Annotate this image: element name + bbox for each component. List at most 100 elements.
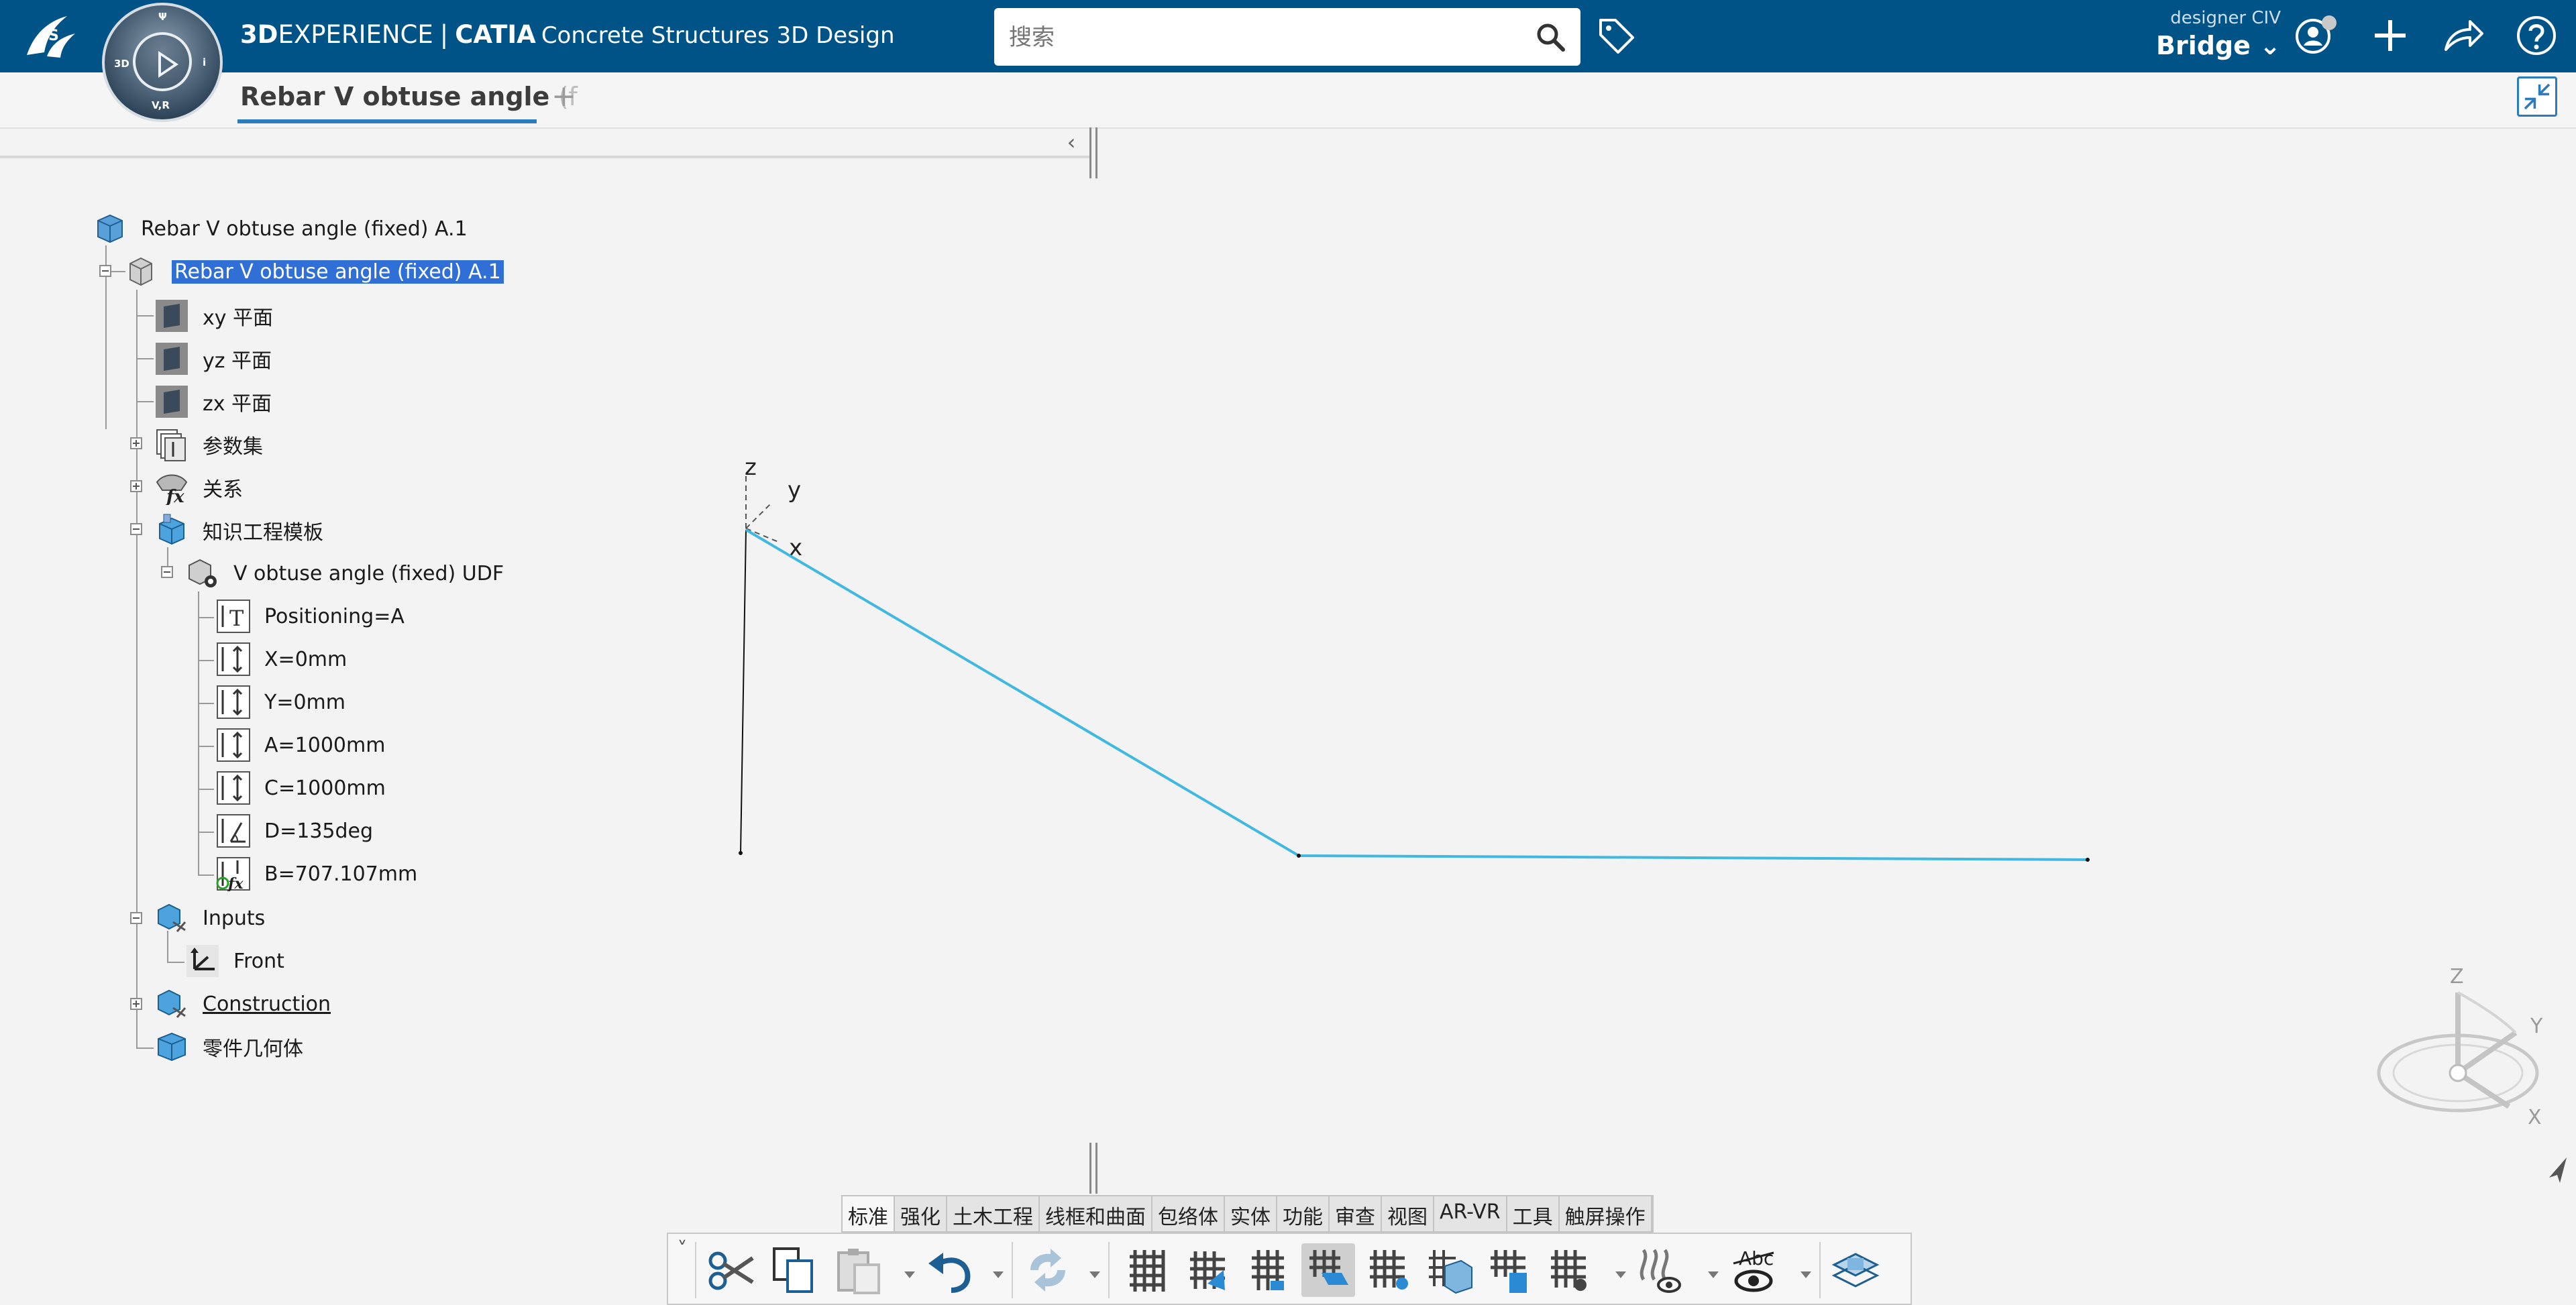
tree-node-label: 参数集 bbox=[203, 435, 263, 459]
tag-icon[interactable] bbox=[1595, 15, 1637, 56]
rebar-distribution-button[interactable] bbox=[1241, 1243, 1295, 1297]
tree-expand-toggle[interactable] bbox=[130, 480, 142, 492]
3d-viewport[interactable]: z y x bbox=[698, 443, 2120, 899]
paste-dropdown-icon[interactable] bbox=[904, 1271, 915, 1278]
view-compass-icon[interactable]: Z Y X bbox=[2375, 966, 2549, 1133]
rebar-document-button[interactable] bbox=[1483, 1243, 1536, 1297]
rebar-pattern-button[interactable] bbox=[1362, 1243, 1415, 1297]
undo-icon bbox=[928, 1253, 971, 1293]
length-parameter-icon bbox=[217, 685, 250, 719]
tab-review[interactable]: 审查 bbox=[1330, 1196, 1382, 1231]
tree-node-relations[interactable]: fx 关系 bbox=[154, 469, 243, 506]
scissors-icon bbox=[708, 1251, 754, 1290]
tab-tools[interactable]: 工具 bbox=[1507, 1196, 1560, 1231]
tree-node-knowledge-template[interactable]: 知识工程模板 bbox=[154, 512, 323, 549]
user-profile-icon[interactable] bbox=[2294, 13, 2339, 58]
panel-splitter-top[interactable] bbox=[1089, 127, 1097, 178]
tab-solid[interactable]: 实体 bbox=[1225, 1196, 1277, 1231]
paste-icon bbox=[837, 1249, 880, 1294]
tree-collapse-toggle[interactable] bbox=[161, 566, 173, 578]
show-hide-button[interactable] bbox=[1634, 1243, 1688, 1297]
undo-dropdown-icon[interactable] bbox=[993, 1271, 1004, 1278]
tree-expand-toggle[interactable] bbox=[130, 437, 142, 449]
compass-widget[interactable]: Ψ 3D i V,R bbox=[102, 3, 223, 122]
compass-axis-x: X bbox=[2528, 1106, 2542, 1129]
tree-node-inputs[interactable]: Inputs bbox=[154, 900, 265, 936]
rebar-solid-button[interactable] bbox=[1422, 1243, 1476, 1297]
part-body-icon bbox=[158, 1032, 186, 1062]
tree-node-param-x[interactable]: X=0mm bbox=[216, 641, 347, 677]
update-button[interactable] bbox=[1021, 1243, 1075, 1297]
tab-wireframe-surface[interactable]: 线框和曲面 bbox=[1040, 1196, 1152, 1231]
tree-node-part[interactable]: Rebar V obtuse angle (fixed) A.1 bbox=[123, 253, 504, 290]
show-hide-dropdown-icon[interactable] bbox=[1708, 1271, 1719, 1278]
rebar-grid-icon bbox=[1130, 1250, 1165, 1292]
tab-view[interactable]: 视图 bbox=[1382, 1196, 1434, 1231]
tree-node-udf[interactable]: V obtuse angle (fixed) UDF bbox=[185, 555, 504, 591]
tree-collapse-toggle[interactable] bbox=[99, 265, 111, 277]
tab-touch[interactable]: 触屏操作 bbox=[1559, 1196, 1652, 1231]
annotation-dropdown-icon[interactable] bbox=[1801, 1271, 1811, 1278]
tree-node-root[interactable]: Rebar V obtuse angle (fixed) A.1 bbox=[93, 211, 468, 247]
tab-civil-engineering[interactable]: 土木工程 bbox=[947, 1196, 1040, 1231]
tree-node-param-y[interactable]: Y=0mm bbox=[216, 684, 345, 720]
tree-node-label: yz 平面 bbox=[203, 349, 272, 373]
tree-node-yz-plane[interactable]: yz 平面 bbox=[154, 341, 272, 377]
tree-expand-toggle[interactable] bbox=[130, 998, 142, 1010]
undo-button[interactable] bbox=[923, 1243, 977, 1297]
update-dropdown-icon[interactable] bbox=[1089, 1271, 1100, 1278]
tree-node-parameters[interactable]: 参数集 bbox=[154, 427, 263, 463]
share-icon[interactable] bbox=[2440, 13, 2485, 58]
cut-button[interactable] bbox=[704, 1243, 758, 1297]
tree-node-param-b[interactable]: fx B=707.107mm bbox=[216, 856, 417, 892]
rebar-layer-button[interactable] bbox=[1181, 1243, 1234, 1297]
add-icon[interactable] bbox=[2368, 13, 2412, 58]
copy-icon bbox=[773, 1247, 813, 1293]
collab-space[interactable]: Bridge ⌄ bbox=[2120, 31, 2281, 60]
tab-ar-vr[interactable]: AR-VR bbox=[1434, 1196, 1507, 1231]
action-bar-tabs: 标准 强化 土木工程 线框和曲面 包络体 实体 功能 审查 视图 AR-VR 工… bbox=[841, 1195, 1654, 1233]
geometrical-set-icon bbox=[158, 989, 186, 1018]
paste-button[interactable] bbox=[832, 1243, 885, 1297]
rebar-grid-button[interactable] bbox=[1120, 1243, 1174, 1297]
rebar-shape[interactable] bbox=[745, 528, 2088, 861]
rebar-dropdown-icon[interactable] bbox=[1615, 1271, 1626, 1278]
help-icon[interactable] bbox=[2514, 13, 2559, 58]
expand-action-bar-button[interactable]: ˅ bbox=[672, 1238, 692, 1301]
rebar-distribution-icon bbox=[1252, 1250, 1284, 1290]
search-icon[interactable] bbox=[1535, 21, 1566, 52]
reference-line[interactable] bbox=[740, 529, 747, 854]
tree-node-param-positioning[interactable]: T Positioning=A bbox=[216, 598, 405, 634]
flat-view-button[interactable] bbox=[1829, 1243, 1882, 1297]
svg-text:fx: fx bbox=[227, 875, 244, 891]
axis-label-y: y bbox=[788, 477, 801, 504]
tree-collapse-toggle[interactable] bbox=[130, 912, 142, 924]
rebar-vertex-point[interactable] bbox=[1297, 854, 1301, 858]
compass-center[interactable] bbox=[133, 32, 192, 91]
tree-node-zx-plane[interactable]: zx 平面 bbox=[154, 384, 272, 420]
restore-window-icon[interactable] bbox=[2517, 76, 2557, 117]
tab-envelope[interactable]: 包络体 bbox=[1152, 1196, 1225, 1231]
tree-node-label: Rebar V obtuse angle (fixed) A.1 bbox=[141, 217, 468, 241]
udf-gear-icon bbox=[189, 559, 217, 587]
tab-standard[interactable]: 标准 bbox=[843, 1196, 895, 1231]
annotation-visibility-button[interactable]: Abc bbox=[1727, 1243, 1780, 1297]
reference-point[interactable] bbox=[739, 851, 743, 855]
tree-node-front[interactable]: Front bbox=[185, 943, 284, 979]
tree-node-label: Rebar V obtuse angle (fixed) A.1 bbox=[172, 260, 504, 284]
user-context[interactable]: designer CIV Bridge ⌄ bbox=[2120, 8, 2281, 60]
tree-collapse-toggle[interactable] bbox=[130, 523, 142, 535]
tree-node-construction[interactable]: Construction bbox=[154, 986, 331, 1022]
tree-node-param-d[interactable]: D=135deg bbox=[216, 813, 373, 849]
rebar-shape-button[interactable] bbox=[1301, 1243, 1355, 1297]
rebar-visibility-button[interactable] bbox=[1543, 1243, 1597, 1297]
tree-node-part-body[interactable]: 零件几何体 bbox=[154, 1029, 303, 1065]
tree-node-param-a[interactable]: A=1000mm bbox=[216, 727, 385, 763]
tab-reinforcement[interactable]: 强化 bbox=[895, 1196, 947, 1231]
tree-node-param-c[interactable]: C=1000mm bbox=[216, 770, 386, 806]
copy-button[interactable] bbox=[767, 1243, 821, 1297]
tab-function[interactable]: 功能 bbox=[1277, 1196, 1330, 1231]
rebar-end-point[interactable] bbox=[2086, 858, 2090, 862]
tree-node-xy-plane[interactable]: xy 平面 bbox=[154, 298, 273, 334]
panel-splitter-bottom[interactable] bbox=[1089, 1143, 1097, 1194]
